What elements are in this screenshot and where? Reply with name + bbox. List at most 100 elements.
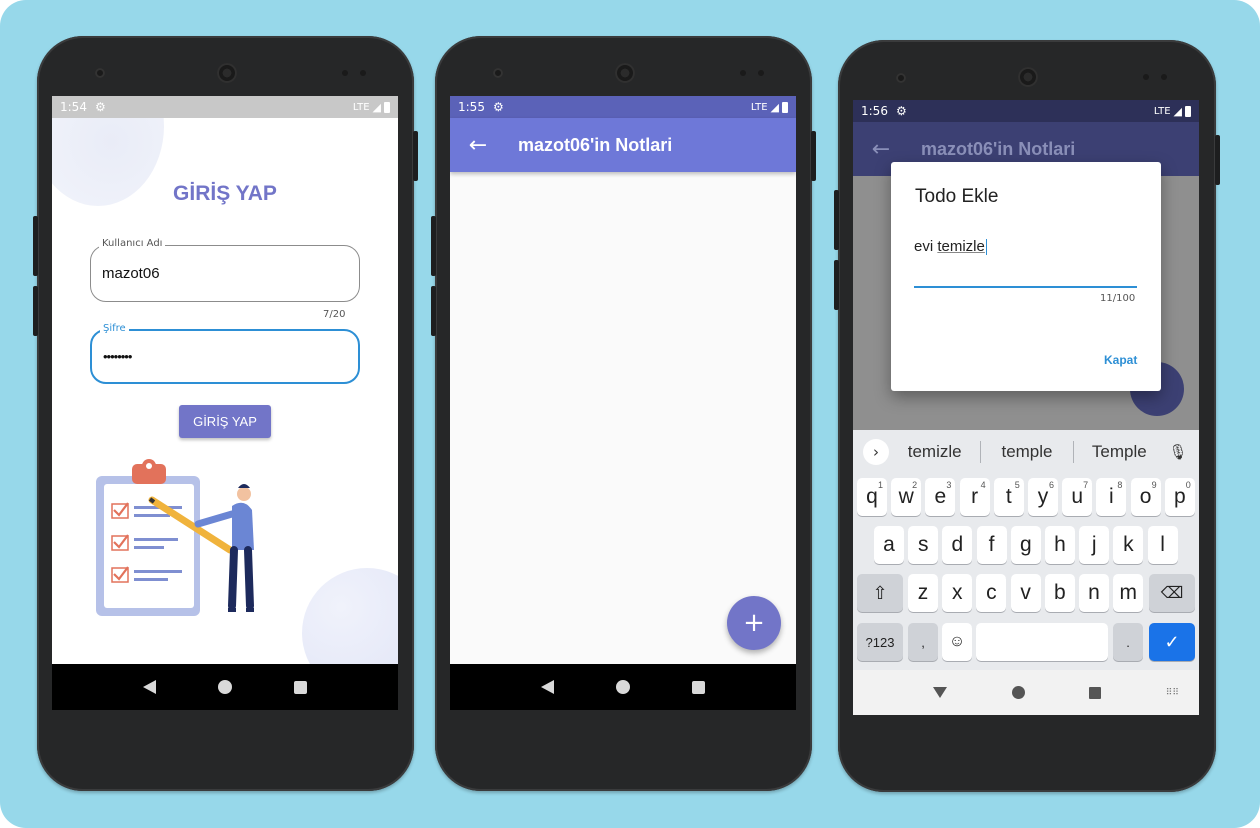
gear-icon: ⚙: [492, 100, 504, 114]
key-digit: 4: [980, 480, 986, 490]
key-label: h: [1054, 533, 1066, 556]
key-w[interactable]: w2: [891, 478, 922, 516]
nav-bar: [52, 664, 398, 710]
password-field[interactable]: Şifre ••••••••: [90, 323, 360, 384]
battery-icon: [782, 101, 788, 113]
key-r[interactable]: r4: [959, 478, 990, 516]
key-label: y: [1037, 485, 1049, 508]
key-x[interactable]: x: [942, 574, 973, 612]
space-key[interactable]: [976, 623, 1108, 661]
key-d[interactable]: d: [942, 526, 973, 564]
status-time: 1:56: [861, 104, 888, 118]
key-label: l: [1160, 533, 1165, 556]
nav-back-icon[interactable]: [143, 680, 156, 694]
key-g[interactable]: g: [1010, 526, 1041, 564]
key-c[interactable]: c: [976, 574, 1007, 612]
key-t[interactable]: t5: [993, 478, 1024, 516]
key-label: v: [1020, 581, 1031, 604]
battery-icon: [1185, 105, 1191, 117]
key-o[interactable]: o9: [1130, 478, 1161, 516]
key-f[interactable]: f: [976, 526, 1007, 564]
key-a[interactable]: a: [874, 526, 904, 564]
key-digit: 0: [1185, 480, 1191, 490]
status-bar: 1:55 ⚙ LTE ◢: [450, 96, 796, 118]
app-bar-title: mazot06'in Notlari: [921, 138, 1076, 159]
nav-recent-icon[interactable]: [294, 680, 307, 694]
emoji-key[interactable]: ☺: [942, 623, 972, 661]
soft-keyboard: › temizle temple Temple 🎙 q1w2e3r4t5y6u7…: [853, 430, 1199, 670]
add-todo-screen: 1:56 ⚙ LTE ◢ ← mazot06'in Notlari Todo E…: [853, 100, 1199, 715]
nav-home-icon[interactable]: [218, 680, 232, 694]
key-e[interactable]: e3: [925, 478, 956, 516]
shift-key[interactable]: ⇧: [857, 574, 903, 612]
shift-icon: ⇧: [872, 582, 888, 603]
network-label: LTE: [750, 101, 768, 113]
add-note-button[interactable]: +: [727, 596, 781, 650]
suggestion-2[interactable]: temple: [981, 442, 1072, 462]
check-icon: ✓: [1164, 631, 1180, 652]
suggestion-3[interactable]: Temple: [1074, 442, 1165, 462]
key-n[interactable]: n: [1079, 574, 1109, 612]
nav-recent-icon[interactable]: [692, 680, 705, 694]
add-todo-dialog: Todo Ekle evi temizle 11/100 Kapat: [891, 162, 1161, 391]
symbols-key[interactable]: ?123: [857, 623, 903, 661]
key-label: p: [1173, 485, 1186, 508]
key-l[interactable]: l: [1147, 526, 1178, 564]
todo-input[interactable]: evi temizle: [914, 236, 1137, 288]
key-label: d: [951, 533, 964, 556]
key-digit: 6: [1048, 480, 1054, 490]
todo-input-word: temizle: [937, 238, 985, 255]
username-field[interactable]: Kullanıcı Adı mazot06: [90, 238, 360, 302]
nav-back-icon[interactable]: [541, 680, 554, 694]
clipboard-illustration: [96, 459, 254, 616]
key-label: g: [1019, 533, 1032, 556]
backspace-icon: ⌫: [1160, 585, 1184, 602]
key-label: z: [917, 581, 929, 604]
phone-notes: 1:55 ⚙ LTE ◢ ← mazot06'in Notlari +: [431, 36, 816, 791]
period-key[interactable]: .: [1113, 623, 1143, 661]
key-label: q: [866, 485, 878, 508]
keyboard-hide-icon[interactable]: ⠿⠿: [1166, 688, 1179, 698]
phone-add-todo: 1:56 ⚙ LTE ◢ ← mazot06'in Notlari Todo E…: [834, 40, 1220, 792]
microphone-icon[interactable]: 🎙: [1165, 443, 1191, 461]
nav-recent-icon[interactable]: [1089, 686, 1102, 699]
login-screen: 1:54 ⚙ LTE ◢ GİRİŞ YAP Kullanıcı Adı maz…: [52, 96, 398, 710]
key-m[interactable]: m: [1113, 574, 1144, 612]
key-label: e: [934, 485, 947, 508]
username-value: mazot06: [102, 265, 160, 282]
key-digit: 9: [1151, 480, 1157, 490]
key-i[interactable]: i8: [1096, 478, 1127, 516]
key-q[interactable]: q1: [857, 478, 887, 516]
nav-home-icon[interactable]: [1011, 686, 1025, 699]
front-camera: [95, 68, 105, 78]
key-p[interactable]: p0: [1164, 478, 1195, 516]
signal-icon: ◢: [770, 100, 779, 114]
gear-icon: ⚙: [94, 100, 106, 114]
key-digit: 5: [1014, 480, 1020, 490]
comma-key[interactable]: ,: [908, 623, 938, 661]
status-time: 1:55: [458, 100, 485, 114]
enter-key[interactable]: ✓: [1149, 623, 1195, 661]
backspace-key[interactable]: ⌫: [1149, 574, 1195, 612]
nav-back-icon[interactable]: [933, 687, 947, 698]
nav-home-icon[interactable]: [616, 680, 630, 694]
key-b[interactable]: b: [1044, 574, 1075, 612]
app-bar-title: mazot06'in Notlari: [518, 134, 673, 155]
key-k[interactable]: k: [1113, 526, 1144, 564]
key-v[interactable]: v: [1010, 574, 1041, 612]
key-u[interactable]: u7: [1062, 478, 1093, 516]
key-h[interactable]: h: [1045, 526, 1075, 564]
nav-bar: ⠿⠿: [853, 670, 1199, 715]
chevron-right-icon[interactable]: ›: [863, 439, 889, 465]
status-bar: 1:54 ⚙ LTE ◢: [52, 96, 398, 118]
key-s[interactable]: s: [908, 526, 939, 564]
key-label: x: [951, 581, 963, 604]
suggestion-1[interactable]: temizle: [889, 442, 980, 462]
key-z[interactable]: z: [908, 574, 938, 612]
login-button[interactable]: GİRİŞ YAP: [179, 405, 271, 438]
dialog-title: Todo Ekle: [915, 186, 999, 207]
key-j[interactable]: j: [1079, 526, 1110, 564]
back-arrow-icon[interactable]: ←: [450, 118, 506, 172]
key-y[interactable]: y6: [1028, 478, 1058, 516]
close-button[interactable]: Kapat: [1104, 353, 1137, 367]
